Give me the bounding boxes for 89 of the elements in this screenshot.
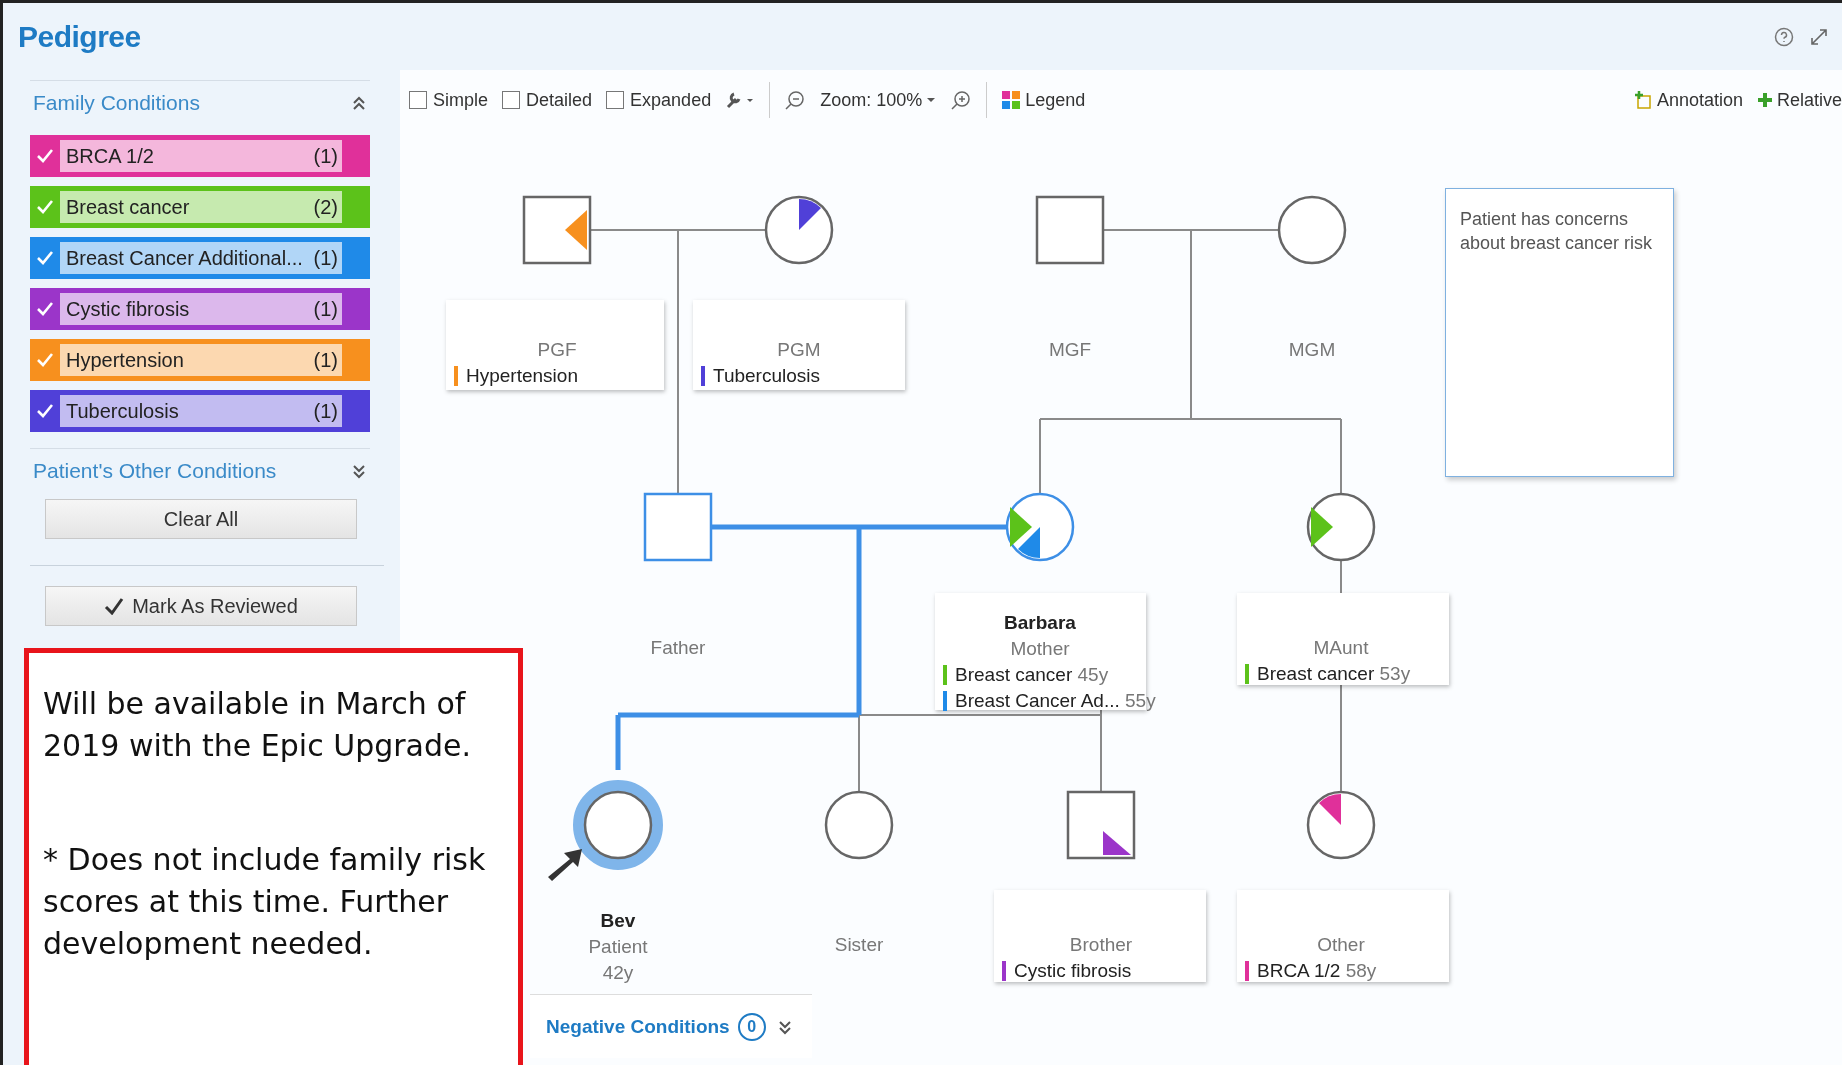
member-condition: Hypertension [454, 365, 578, 387]
condition-filter[interactable]: Tuberculosis (1) [30, 390, 370, 432]
condition-label: Cystic fibrosis [66, 297, 190, 321]
condition-label: Breast Cancer Additional... [66, 246, 303, 270]
view-checkbox[interactable]: Expanded [606, 89, 712, 111]
member-name: Barbara [1004, 612, 1076, 634]
check-icon[interactable] [36, 301, 54, 317]
female-symbol[interactable] [1306, 790, 1376, 860]
male-symbol[interactable] [643, 492, 713, 562]
add-relative-button[interactable]: Relative [1756, 89, 1842, 111]
expand-icon[interactable] [352, 463, 366, 479]
member-label: Other [1317, 934, 1365, 956]
zoom-in-icon[interactable] [950, 89, 973, 111]
female-symbol[interactable] [764, 195, 834, 265]
condition-label: Hypertension [66, 348, 184, 372]
member-name: Bev [600, 910, 636, 932]
check-icon[interactable] [36, 148, 54, 164]
negative-conditions-bar[interactable]: Negative Conditions 0 [530, 994, 812, 1058]
collapse-icon[interactable] [352, 95, 366, 111]
condition-filter[interactable]: Breast cancer (2) [30, 186, 370, 228]
member-label: Patient [588, 936, 648, 958]
condition-filter[interactable]: Breast Cancer Additional... (1) [30, 237, 370, 279]
member-condition: Breast cancer 45y [943, 664, 1109, 686]
condition-filter[interactable]: Hypertension (1) [30, 339, 370, 381]
legend-icon [1001, 90, 1022, 110]
female-symbol[interactable] [1306, 492, 1376, 562]
member-condition: Cystic fibrosis [1002, 960, 1132, 982]
help-icon[interactable] [1774, 26, 1794, 47]
member-label: MAunt [1313, 637, 1369, 659]
section-title: Patient's Other Conditions [33, 459, 277, 483]
male-symbol[interactable] [1066, 790, 1136, 860]
member-condition: BRCA 1/2 58y [1245, 960, 1377, 982]
member-label: MGF [1048, 339, 1092, 361]
check-icon[interactable] [36, 199, 54, 215]
female-symbol[interactable] [1277, 195, 1347, 265]
check-icon[interactable] [36, 250, 54, 266]
add-note-icon [1634, 91, 1653, 109]
annotation-button[interactable]: Annotation [1634, 89, 1743, 111]
annotation-note[interactable]: Patient has concerns about breast cancer risk [1445, 188, 1674, 477]
note-text: * Does not include family risk scores at this time. Further development needed. [43, 841, 487, 963]
condition-count: (1) [313, 399, 338, 423]
condition-count: (1) [313, 246, 338, 270]
member-label: MGM [1288, 339, 1336, 361]
expand-icon[interactable] [778, 1018, 792, 1035]
proband-arrow-icon [548, 849, 582, 881]
clear-all-button[interactable]: Clear All [45, 499, 357, 539]
note-text: Will be available in March of 2019 with the Epic Upgrade. [43, 685, 472, 765]
condition-label: BRCA 1/2 [66, 144, 154, 168]
negative-conditions-label: Negative Conditions [546, 1015, 730, 1038]
member-label: Mother [1010, 638, 1070, 660]
window-title: Pedigree [18, 19, 141, 54]
view-checkbox[interactable]: Simple [409, 89, 489, 111]
condition-count: (1) [313, 144, 338, 168]
member-label: Brother [1069, 934, 1133, 956]
check-icon[interactable] [36, 403, 54, 419]
condition-count: (1) [313, 297, 338, 321]
wrench-icon[interactable] [725, 90, 756, 110]
zoom-dropdown[interactable]: Zoom: 100% [820, 89, 937, 111]
member-label: PGM [777, 339, 821, 361]
male-symbol[interactable] [1035, 195, 1105, 265]
male-symbol[interactable] [522, 195, 592, 265]
member-label: PGF [537, 339, 577, 361]
condition-label: Tuberculosis [66, 399, 179, 423]
zoom-out-icon[interactable] [784, 89, 807, 111]
female-symbol[interactable] [573, 780, 663, 870]
member-condition: Breast Cancer Ad... 55y [943, 690, 1156, 712]
section-title: Family Conditions [33, 91, 200, 115]
female-symbol[interactable] [1005, 492, 1075, 562]
condition-count: (1) [313, 348, 338, 372]
member-label: Sister [834, 934, 884, 956]
check-icon[interactable] [36, 352, 54, 368]
plus-icon [1756, 92, 1773, 108]
check-icon [104, 597, 125, 615]
mark-reviewed-button[interactable]: Mark As Reviewed [45, 586, 357, 626]
female-symbol[interactable] [824, 790, 894, 860]
legend-button[interactable]: Legend [1001, 89, 1086, 111]
member-condition: Breast cancer 53y [1245, 663, 1411, 685]
condition-label: Breast cancer [66, 195, 190, 219]
count-badge: 0 [737, 1012, 766, 1041]
condition-filter[interactable]: Cystic fibrosis (1) [30, 288, 370, 330]
member-card[interactable] [693, 300, 905, 390]
member-label: Father [650, 637, 706, 659]
member-age: 42y [602, 962, 634, 984]
condition-filter[interactable]: BRCA 1/2 (1) [30, 135, 370, 177]
condition-count: (2) [313, 195, 338, 219]
expand-icon[interactable] [1810, 27, 1828, 46]
view-checkbox[interactable]: Detailed [502, 89, 593, 111]
caret-icon [926, 96, 937, 104]
member-condition: Tuberculosis [701, 365, 820, 387]
